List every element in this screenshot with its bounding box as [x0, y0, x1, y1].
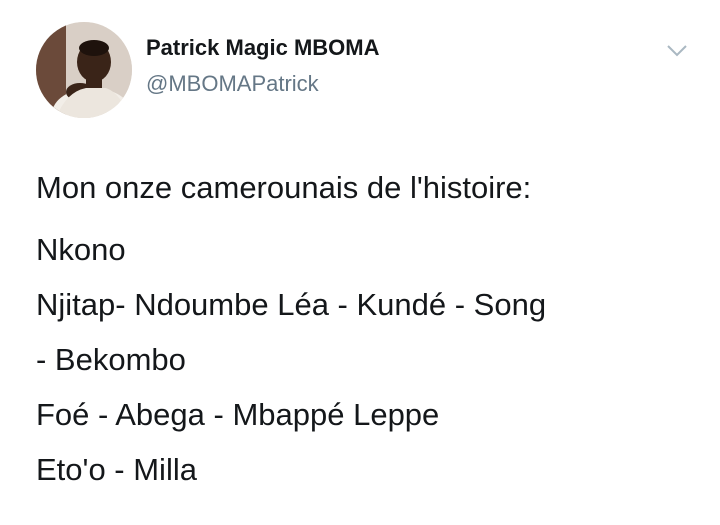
tweet-line-defenders-cont: - Bekombo: [36, 342, 186, 377]
tweet-card: Patrick Magic MBOMA @MBOMAPatrick Mon on…: [0, 0, 720, 525]
tweet-heading: Mon onze camerounais de l'histoire:: [36, 170, 532, 205]
tweet-line-midfielders: Foé - Abega - Mbappé Leppe: [36, 397, 440, 432]
author-info: Patrick Magic MBOMA @MBOMAPatrick: [146, 34, 380, 98]
author-handle[interactable]: @MBOMAPatrick: [146, 70, 380, 98]
avatar[interactable]: [36, 22, 132, 118]
chevron-down-icon: [667, 45, 687, 57]
profile-photo: [36, 22, 132, 118]
tweet-menu-button[interactable]: [664, 40, 690, 60]
author-display-name[interactable]: Patrick Magic MBOMA: [146, 34, 380, 62]
tweet-line-defenders: Njitap- Ndoumbe Léa - Kundé - Song: [36, 287, 547, 322]
tweet-text: Mon onze camerounais de l'histoire: Nkon…: [36, 166, 706, 497]
tweet-line-goalkeeper: Nkono: [36, 232, 126, 267]
tweet-line-forwards: Eto'o - Milla: [36, 452, 197, 487]
